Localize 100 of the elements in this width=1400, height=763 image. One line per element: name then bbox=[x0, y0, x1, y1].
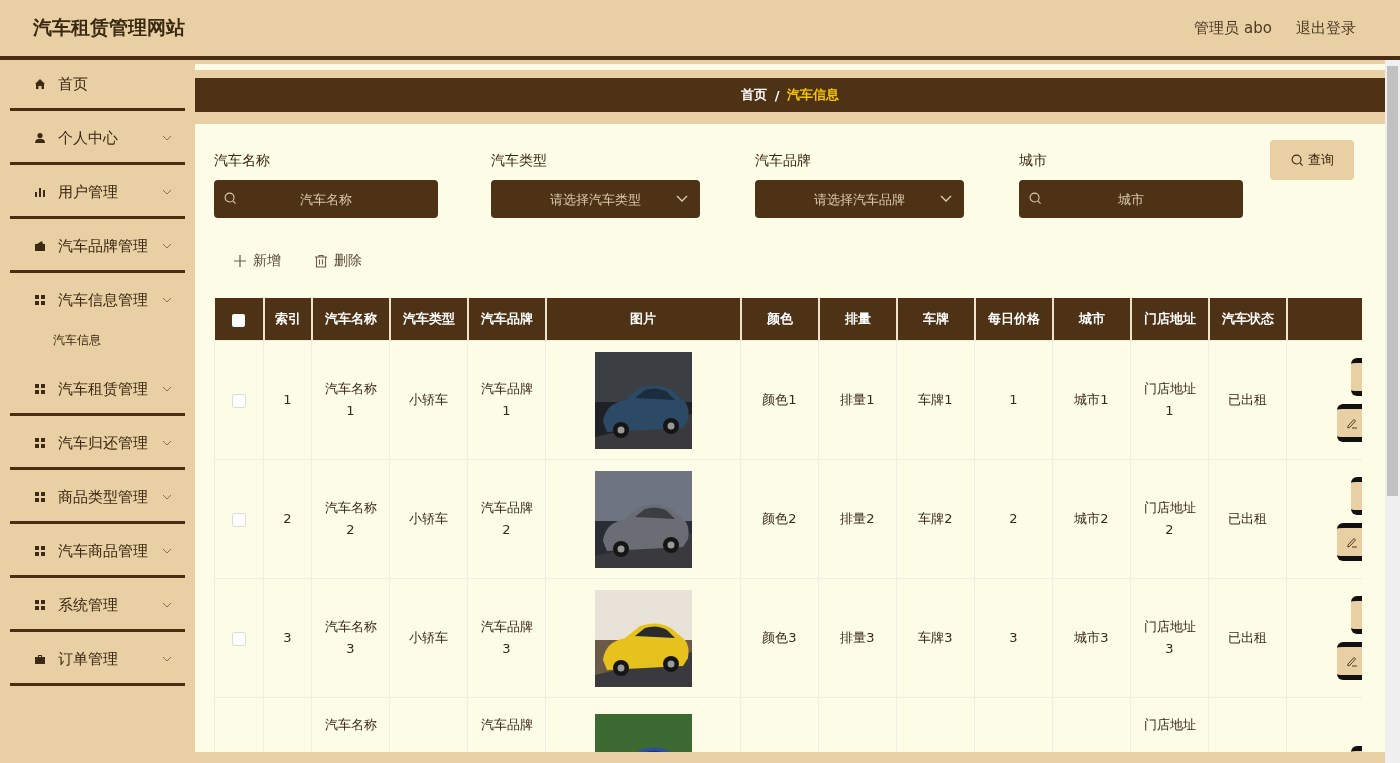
column-header: 颜色 bbox=[740, 298, 819, 341]
sidebar-item[interactable]: 汽车信息管理 bbox=[0, 276, 194, 324]
sidebar-item[interactable]: 首页 bbox=[0, 60, 194, 108]
chevron-icon bbox=[162, 135, 172, 141]
table-cell: 汽车名称3 bbox=[324, 619, 377, 656]
table-cell: 门店地址 bbox=[1143, 717, 1196, 732]
table-cell: 3 bbox=[1009, 630, 1018, 645]
user-name: 管理员 abo bbox=[1194, 18, 1272, 38]
table-cell: 小轿车 bbox=[409, 511, 448, 526]
field-label: 汽车品牌 bbox=[755, 152, 812, 170]
bar-chart-icon bbox=[34, 186, 46, 198]
search-field[interactable]: 城市 bbox=[1019, 180, 1243, 218]
chevron-icon bbox=[162, 243, 172, 249]
table-cell: 汽车名称1 bbox=[324, 381, 377, 418]
breadcrumb-separator: / bbox=[774, 87, 780, 103]
column-header: 图片 bbox=[545, 298, 741, 341]
row-checkbox[interactable] bbox=[232, 631, 246, 646]
table-cell: 车牌1 bbox=[918, 392, 953, 407]
table-cell: 小轿车 bbox=[409, 392, 448, 407]
grid-icon bbox=[34, 383, 46, 395]
sidebar-item[interactable]: 订单管理 bbox=[0, 635, 194, 683]
chevron-icon bbox=[162, 386, 172, 392]
field-label: 汽车名称 bbox=[214, 152, 271, 170]
query-button[interactable]: 查询 bbox=[1270, 140, 1354, 180]
grid-icon bbox=[34, 437, 46, 449]
table-cell: 2 bbox=[283, 511, 292, 526]
table-cell: 排量2 bbox=[840, 511, 875, 526]
row-checkbox[interactable] bbox=[232, 393, 246, 408]
table-cell: 车牌2 bbox=[918, 511, 953, 526]
sidebar-item[interactable]: 汽车租赁管理 bbox=[0, 365, 194, 413]
search-icon bbox=[1290, 153, 1304, 167]
table-cell: 3 bbox=[283, 630, 292, 645]
table-cell: 排量3 bbox=[840, 630, 875, 645]
user-icon bbox=[34, 132, 46, 144]
select-field[interactable]: 请选择汽车类型 bbox=[491, 180, 700, 218]
column-header: 汽车状态 bbox=[1208, 298, 1287, 341]
field-label: 汽车类型 bbox=[491, 152, 548, 170]
column-header: 汽车类型 bbox=[389, 298, 468, 341]
column-header: 排量 bbox=[818, 298, 897, 341]
row-checkbox[interactable] bbox=[232, 512, 246, 527]
add-button[interactable]: 新增 bbox=[222, 246, 293, 276]
chevron-icon bbox=[162, 656, 172, 662]
sidebar-item[interactable]: 用户管理 bbox=[0, 168, 194, 216]
table-cell: 汽车名称 bbox=[324, 717, 377, 732]
table-cell: 汽车名称2 bbox=[324, 500, 377, 537]
table-cell: 已出租 bbox=[1228, 630, 1267, 645]
chevron-icon bbox=[676, 195, 688, 203]
sidebar-item[interactable]: 商品类型管理 bbox=[0, 473, 194, 521]
chevron-icon bbox=[162, 602, 172, 608]
table-cell: 门店地址2 bbox=[1143, 500, 1196, 537]
wallet-icon bbox=[34, 240, 46, 252]
chevron-icon bbox=[162, 494, 172, 500]
briefcase-icon bbox=[34, 653, 46, 665]
plus-icon bbox=[233, 254, 247, 268]
table-cell: 城市3 bbox=[1074, 630, 1109, 645]
table-cell: 小轿车 bbox=[409, 630, 448, 645]
chevron-icon bbox=[940, 195, 952, 203]
pencil-icon bbox=[1346, 417, 1358, 429]
grid-icon bbox=[34, 491, 46, 503]
column-header: 门店地址 bbox=[1130, 298, 1209, 341]
column-header: 城市 bbox=[1052, 298, 1131, 341]
trash-icon bbox=[314, 254, 328, 268]
sidebar-item[interactable]: 个人中心 bbox=[0, 114, 194, 162]
sidebar-item[interactable]: 汽车商品管理 bbox=[0, 527, 194, 575]
chevron-icon bbox=[162, 548, 172, 554]
table-cell: 1 bbox=[1009, 392, 1018, 407]
table-cell: 已出租 bbox=[1228, 511, 1267, 526]
sidebar-item[interactable]: 系统管理 bbox=[0, 581, 194, 629]
home-icon bbox=[34, 78, 46, 90]
table-cell: 颜色1 bbox=[762, 392, 797, 407]
site-title: 汽车租赁管理网站 bbox=[33, 15, 185, 40]
breadcrumb-link[interactable]: 汽车信息 bbox=[787, 86, 840, 104]
column-header: 汽车名称 bbox=[311, 298, 390, 341]
sidebar-subitem[interactable]: 汽车信息 bbox=[0, 326, 194, 355]
table-cell: 已出租 bbox=[1228, 392, 1267, 407]
sidebar-item[interactable]: 汽车品牌管理 bbox=[0, 222, 194, 270]
column-header: 索引 bbox=[263, 298, 312, 341]
sidebar-item[interactable]: 汽车归还管理 bbox=[0, 419, 194, 467]
table-cell: 车牌3 bbox=[918, 630, 953, 645]
table-cell: 汽车品牌1 bbox=[480, 381, 533, 418]
table-cell: 城市2 bbox=[1074, 511, 1109, 526]
table-cell: 汽车品牌2 bbox=[480, 500, 533, 537]
field-label: 城市 bbox=[1019, 152, 1048, 170]
table-cell: 城市1 bbox=[1074, 392, 1109, 407]
pencil-icon bbox=[1346, 536, 1358, 548]
grid-icon bbox=[34, 294, 46, 306]
search-field[interactable]: 汽车名称 bbox=[214, 180, 438, 218]
table-cell: 颜色3 bbox=[762, 630, 797, 645]
scrollbar[interactable] bbox=[1385, 60, 1400, 763]
chevron-icon bbox=[162, 189, 172, 195]
select-field[interactable]: 请选择汽车品牌 bbox=[755, 180, 964, 218]
breadcrumb-link[interactable]: 首页 bbox=[740, 86, 767, 104]
table-cell: 1 bbox=[283, 392, 292, 407]
column-header: 汽车品牌 bbox=[467, 298, 546, 341]
column-header: 每日价格 bbox=[974, 298, 1053, 341]
logout-link[interactable]: 退出登录 bbox=[1296, 18, 1356, 38]
delete-button[interactable]: 删除 bbox=[303, 246, 374, 276]
chevron-icon bbox=[162, 440, 172, 446]
select-all-checkbox[interactable] bbox=[232, 313, 245, 327]
table-cell: 汽车品牌 bbox=[480, 717, 533, 732]
